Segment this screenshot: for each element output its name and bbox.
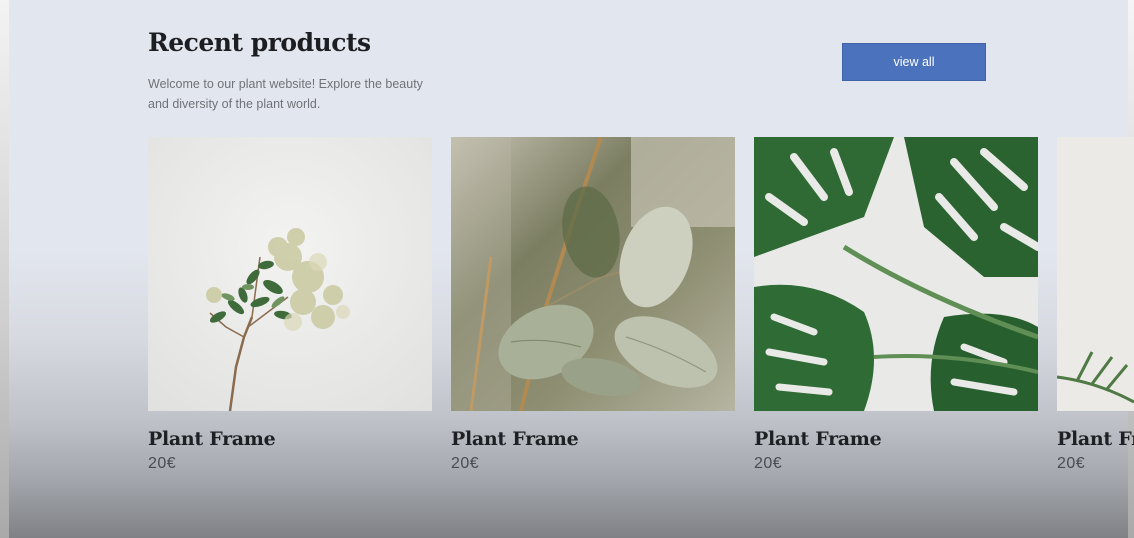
product-price: 20€ [1057,455,1086,472]
product-card[interactable]: Plant Frame 20€ [148,137,432,473]
view-all-button[interactable]: view all [842,43,986,81]
product-card[interactable]: Plant Frame 20€ [451,137,735,473]
product-image-eucalyptus-leaves[interactable] [451,137,735,411]
section-description: Welcome to our plant website! Explore th… [148,77,423,111]
product-name[interactable]: Plant Frame [1057,428,1134,450]
product-price: 20€ [148,455,177,472]
product-card[interactable]: Plant Frame 20€ [754,137,1038,473]
left-page-edge [0,0,9,538]
product-card[interactable]: Plant Frame 20€ [1057,137,1134,473]
product-price: 20€ [754,455,783,472]
product-name[interactable]: Plant Frame [451,428,735,450]
product-image-palm-leaf[interactable] [1057,137,1134,411]
product-image-monstera-leaves[interactable] [754,137,1038,411]
product-name[interactable]: Plant Frame [754,428,1038,450]
product-price: 20€ [451,455,480,472]
section-title: Recent products [148,28,371,57]
product-name[interactable]: Plant Frame [148,428,432,450]
product-image-flowering-branch[interactable] [148,137,432,411]
